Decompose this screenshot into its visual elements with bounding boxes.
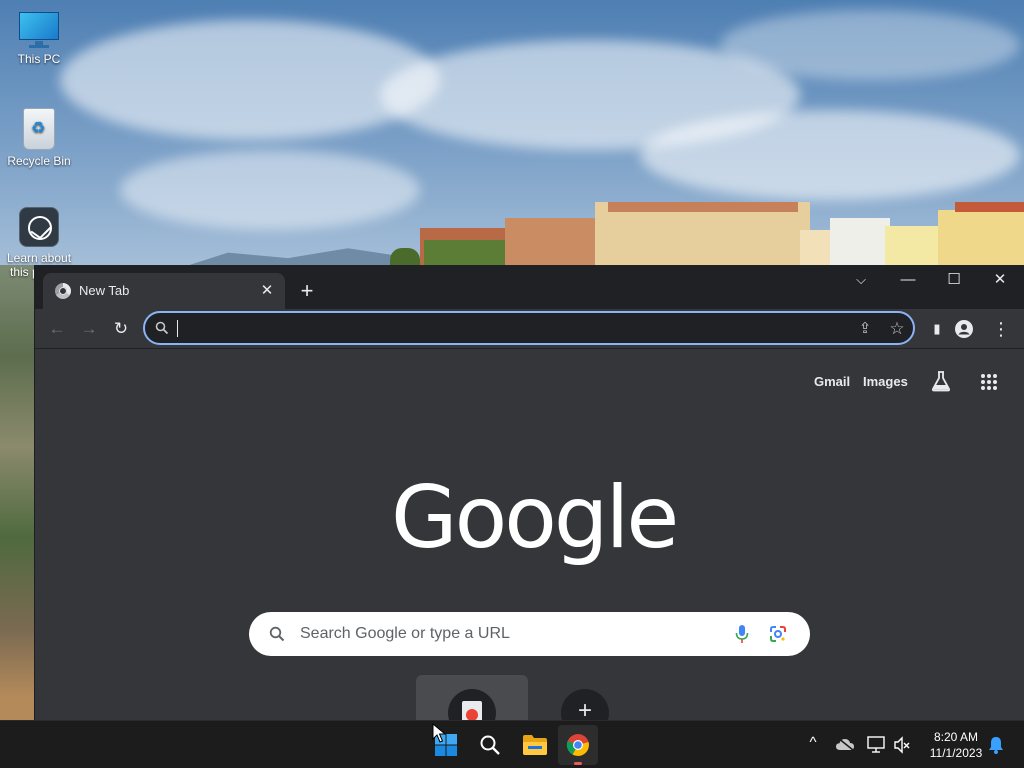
- add-shortcut-icon: +: [561, 689, 609, 720]
- new-tab-button[interactable]: +: [293, 277, 321, 305]
- taskbar-search-button[interactable]: [470, 725, 510, 765]
- search-icon: [155, 321, 169, 335]
- tab-title: New Tab: [79, 283, 130, 298]
- reload-button[interactable]: ↻: [107, 315, 135, 343]
- tab-close-button[interactable]: ✕: [257, 281, 277, 301]
- desktop-icon-recycle-bin[interactable]: ♻ Recycle Bin: [1, 108, 77, 168]
- show-hidden-icons-chevron[interactable]: ^: [803, 734, 823, 751]
- google-logo: Google: [391, 468, 679, 568]
- add-shortcut-tile[interactable]: +: [529, 675, 641, 720]
- chrome-taskbar-button[interactable]: [558, 725, 598, 765]
- clock[interactable]: 8:20 AM 11/1/2023: [918, 729, 994, 761]
- search-placeholder: Search Google or type a URL: [300, 625, 510, 642]
- chrome-icon: [55, 283, 71, 299]
- folder-icon: [523, 735, 547, 755]
- shortcut-tile[interactable]: [416, 675, 528, 720]
- images-link[interactable]: Images: [863, 374, 908, 389]
- close-window-button[interactable]: ✕: [977, 265, 1023, 295]
- google-apps-icon[interactable]: [980, 373, 998, 391]
- gmail-link[interactable]: Gmail: [814, 374, 850, 389]
- taskbar: ^ 8:20 AM 11/1/2023: [0, 720, 1024, 768]
- desktop-icon-this-pc[interactable]: This PC: [1, 12, 77, 66]
- side-panel-button[interactable]: ▮: [923, 315, 951, 343]
- profile-icon[interactable]: [955, 320, 973, 338]
- network-icon[interactable]: [867, 736, 887, 754]
- clock-time: 8:20 AM: [933, 730, 979, 744]
- search-icon: [480, 735, 500, 755]
- ntp-search-box[interactable]: Search Google or type a URL: [249, 612, 810, 656]
- voice-search-mic-icon[interactable]: [735, 624, 749, 644]
- onedrive-cloud-icon[interactable]: [835, 737, 855, 751]
- tab-new-tab[interactable]: New Tab ✕: [43, 273, 285, 309]
- notification-bell-icon[interactable]: [988, 736, 1004, 754]
- learn-about-icon: [19, 207, 59, 247]
- share-icon[interactable]: ⇪: [853, 317, 877, 341]
- back-button[interactable]: ←: [43, 315, 71, 343]
- chrome-menu-button[interactable]: ⋮: [987, 315, 1015, 343]
- forward-button[interactable]: →: [75, 315, 103, 343]
- text-caret: [177, 320, 178, 337]
- monitor-icon: [17, 12, 61, 48]
- bookmark-star-icon[interactable]: ☆: [885, 317, 909, 341]
- desktop-icon-label: This PC: [17, 52, 61, 66]
- clock-date: 11/1/2023: [929, 746, 983, 760]
- shortcut-favicon: [448, 689, 496, 720]
- minimize-button[interactable]: —: [885, 265, 931, 295]
- mouse-cursor-icon: [432, 723, 446, 743]
- volume-muted-icon[interactable]: [893, 736, 911, 754]
- recycle-bin-icon: ♻: [23, 108, 55, 150]
- omnibox[interactable]: ⇪ ☆: [143, 311, 915, 345]
- tab-search-button[interactable]: ⌵: [838, 265, 884, 295]
- chrome-window: New Tab ✕ + ⌵ — ☐ ✕ ← → ↻ ⇪ ☆ ▮ ⋮ Gmail …: [34, 265, 1024, 720]
- file-explorer-button[interactable]: [514, 725, 554, 765]
- tab-strip: New Tab ✕ + ⌵ — ☐ ✕: [35, 265, 1024, 309]
- search-icon: [269, 626, 285, 642]
- maximize-button[interactable]: ☐: [931, 265, 977, 295]
- desktop-icon-label: Recycle Bin: [7, 154, 71, 168]
- active-app-indicator: [574, 762, 582, 765]
- chrome-icon: [566, 734, 589, 756]
- browser-toolbar: ← → ↻ ⇪ ☆ ▮ ⋮: [35, 309, 1024, 349]
- google-lens-icon[interactable]: [769, 625, 787, 643]
- labs-flask-icon[interactable]: [930, 370, 952, 392]
